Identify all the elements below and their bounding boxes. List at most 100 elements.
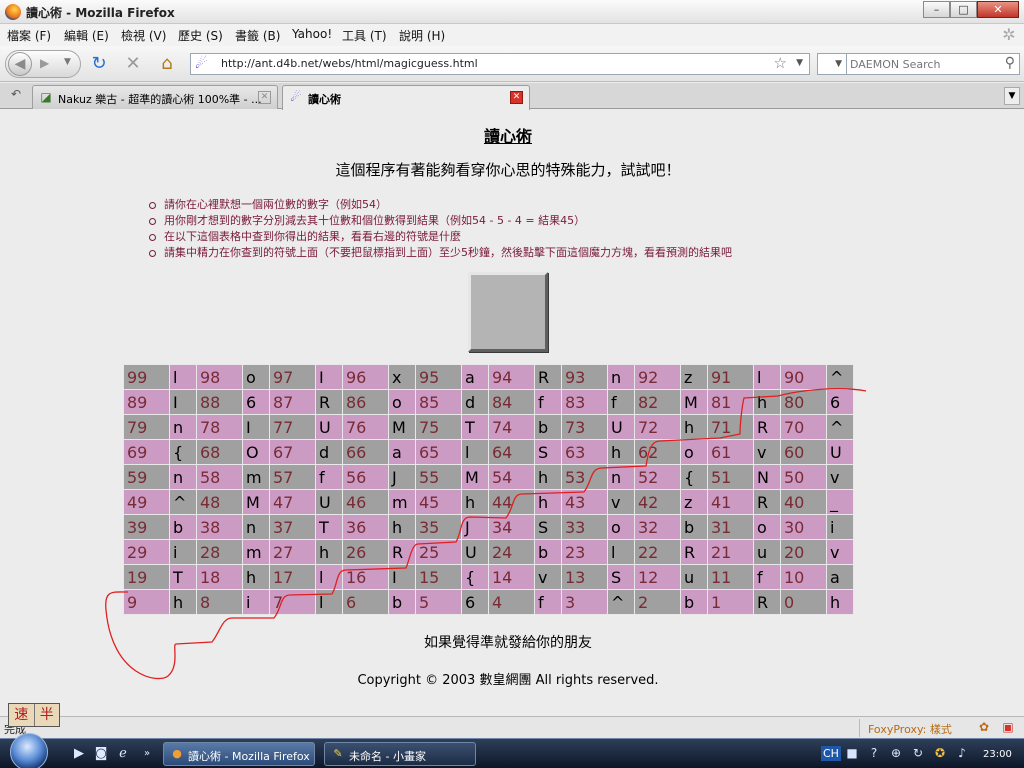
grid-symbol-cell: z [680,489,708,515]
magic-box-button[interactable] [468,272,548,352]
grid-number-cell: 23 [561,539,608,565]
menu-help[interactable]: 說明 (H) [399,27,445,44]
menu-tools[interactable]: 工具 (T) [342,27,387,44]
menu-view[interactable]: 檢視 (V) [121,27,166,44]
ime-half-width-button[interactable]: 半 [35,704,60,726]
taskbar-paint[interactable]: ✎ 未命名 - 小畫家 [324,742,476,766]
tab-close-icon[interactable]: ✕ [258,91,271,104]
sync-tray-icon[interactable]: ↻ [910,746,926,762]
search-input[interactable] [850,56,995,72]
tab-nakuz[interactable]: ◪ Nakuz 樂古 - 超準的讀心術 100%準 - ... ✕ [32,85,278,109]
grid-number-cell: 92 [634,364,681,390]
grid-number-cell: 55 [415,464,462,490]
grid-symbol-cell: S [607,564,635,590]
grid-number-cell: 32 [634,514,681,540]
language-indicator[interactable]: CH [821,746,841,761]
minimize-button[interactable]: – [923,1,950,18]
tab-mindreading[interactable]: ☄ 讀心術 ✕ [282,85,530,110]
grid-symbol-cell: R [388,539,416,565]
grid-number-cell: 0 [780,589,827,615]
flag-status-icon[interactable]: ▣ [1000,720,1016,736]
grid-symbol-cell: h [826,589,854,615]
menu-yahoo[interactable]: Yahoo! [292,27,332,41]
tab-scroll-left-icon[interactable]: ↶ [4,87,28,107]
grid-symbol-cell: b [534,414,562,440]
grid-symbol-cell: 6 [461,589,489,615]
grid-symbol-cell: l [169,364,197,390]
search-icon[interactable]: ⚲ [1005,55,1015,71]
grid-symbol-cell: U [826,439,854,465]
grid-number-cell: 2 [634,589,681,615]
grid-number-cell: 99 [123,364,170,390]
app-tray-icon[interactable]: ✪ [932,746,948,762]
ime-speed-button[interactable]: 速 [9,704,35,726]
maximize-button[interactable]: □ [950,1,977,18]
close-window-button[interactable]: ✕ [977,1,1019,18]
bookmark-star-icon[interactable]: ☆ [774,54,787,72]
quicklaunch-more-icon[interactable]: » [138,745,156,763]
ime-toolbar[interactable]: 速 半 [8,703,60,727]
url-bar[interactable]: ☄ http://ant.d4b.net/webs/html/magicgues… [190,53,810,75]
grid-number-cell: 26 [342,539,389,565]
menu-edit[interactable]: 編輯 (E) [64,27,109,44]
grid-number-cell: 61 [707,439,754,465]
stop-icon[interactable]: ✕ [122,53,144,75]
grid-symbol-cell: M [388,414,416,440]
ime-tray-icon[interactable]: ■ [844,746,860,762]
back-button[interactable]: ◀ [8,52,32,76]
volume-tray-icon[interactable]: ♪ [954,746,970,762]
grid-symbol-cell: i [826,514,854,540]
grid-number-cell: 50 [780,464,827,490]
grid-symbol-cell: S [534,514,562,540]
grid-number-cell: 36 [342,514,389,540]
help-tray-icon[interactable]: ? [866,746,882,762]
grid-symbol-cell: R [753,414,781,440]
search-engine-selector[interactable]: ▼ [817,53,847,75]
start-button[interactable] [10,733,48,768]
menu-history[interactable]: 歷史 (S) [178,27,223,44]
grid-number-cell: 72 [634,414,681,440]
status-bar: 完成 FoxyProxy: 樣式(P) ✿ ▣ [0,716,1024,750]
reload-icon[interactable]: ↻ [88,53,110,75]
taskbar-firefox[interactable]: ● 讀心術 - Mozilla Firefox [163,742,315,766]
site-favicon-icon: ☄ [195,56,208,72]
list-all-tabs-button[interactable]: ▼ [1004,87,1020,105]
search-box[interactable]: ⚲ [847,53,1020,75]
grid-symbol-cell: h [607,439,635,465]
grid-number-cell: 43 [561,489,608,515]
grid-symbol-cell: R [753,489,781,515]
media-player-quicklaunch-icon[interactable]: ▶ [70,745,88,763]
tab-close-icon[interactable]: ✕ [510,91,523,104]
grid-symbol-cell: T [169,564,197,590]
grid-number-cell: 63 [561,439,608,465]
ie-quicklaunch-icon[interactable]: ℯ [114,745,132,763]
menu-file[interactable]: 檔案 (F) [7,27,51,44]
desktop-quicklaunch-icon[interactable]: ◙ [92,745,110,763]
url-text[interactable]: http://ant.d4b.net/webs/html/magicguess.… [221,57,478,70]
taskbar-item-label: 讀心術 - Mozilla Firefox [188,750,310,763]
grid-symbol-cell: d [315,439,343,465]
grid-number-cell: 66 [342,439,389,465]
grid-symbol-cell: l [315,589,343,615]
grid-number-cell: 13 [561,564,608,590]
copyright-text: Copyright © 2003 數皇網團 All rights reserve… [357,673,659,688]
grid-number-cell: 7 [269,589,316,615]
grid-symbol-cell: b [169,514,197,540]
menu-bookmarks[interactable]: 書籤 (B) [235,27,280,44]
network-tray-icon[interactable]: ⊕ [888,746,904,762]
taskbar-clock: 23:00 [983,749,1012,760]
grid-number-cell: 59 [123,464,170,490]
url-dropdown-icon[interactable]: ▼ [796,58,803,68]
grid-symbol-cell: R [753,589,781,615]
paint-task-icon: ✎ [333,747,343,760]
grid-number-cell: 27 [269,539,316,565]
history-dropdown-icon[interactable]: ▼ [64,57,71,67]
foxyproxy-status[interactable]: FoxyProxy: 樣式(P) [859,719,969,750]
grid-number-cell: 22 [634,539,681,565]
grid-number-cell: 88 [196,389,243,415]
addon-status-icon[interactable]: ✿ [976,720,992,736]
forward-button[interactable]: ▶ [40,56,49,70]
tab-bar: ↶ ◪ Nakuz 樂古 - 超準的讀心術 100%準 - ... ✕ ☄ 讀心… [0,83,1024,110]
grid-symbol-cell: { [461,564,489,590]
home-icon[interactable]: ⌂ [156,53,178,75]
